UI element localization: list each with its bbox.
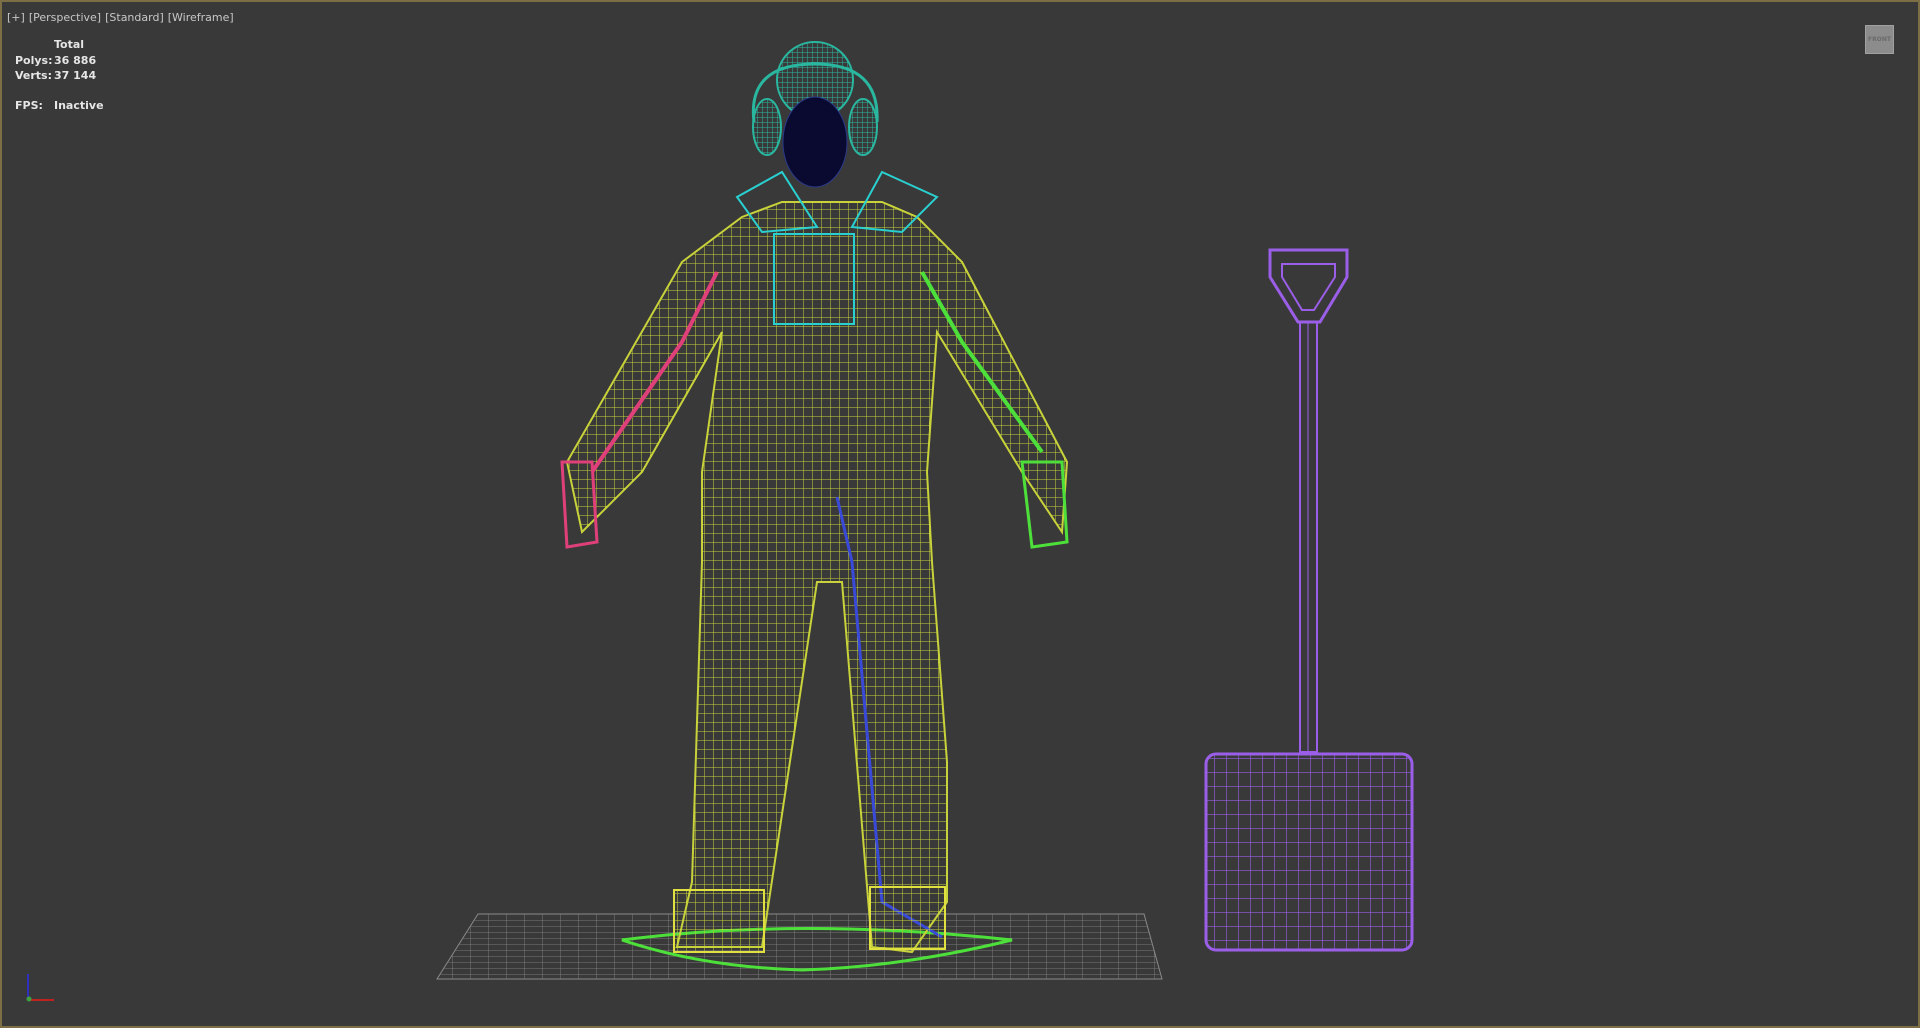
- shovel: [1204, 248, 1414, 952]
- axis-gizmo: [26, 974, 54, 1002]
- worker-head: [751, 41, 879, 188]
- viewport-perspective[interactable]: [+] [Perspective] [Standard] [Wireframe] To…: [0, 0, 1920, 1028]
- worker-body: [560, 170, 1069, 954]
- scene-wireframe: [26, 41, 1414, 1002]
